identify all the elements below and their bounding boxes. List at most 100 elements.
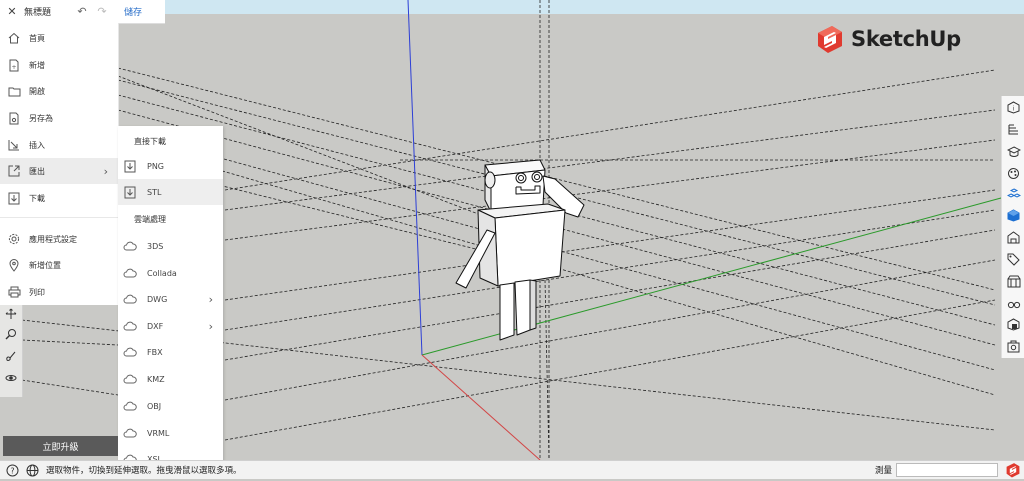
brand-name: SketchUp <box>851 27 961 51</box>
home-icon <box>3 30 25 46</box>
save-button[interactable]: 儲存 <box>124 5 142 18</box>
export-submenu: 直接下載 PNG STL 雲端處理 3DS Collada DWG › DXF … <box>118 126 223 472</box>
components-icon[interactable] <box>1006 187 1021 202</box>
menu-item-label: 列印 <box>29 287 45 297</box>
menu-item-label: 另存為 <box>29 113 53 123</box>
location-pin-icon <box>3 257 25 273</box>
cloud-processing-header: 雲端處理 <box>134 215 166 224</box>
chevron-right-icon: › <box>208 319 213 333</box>
status-message: 選取物件，切換到延伸選取。拖曳滑鼠以選取多項。 <box>46 466 242 476</box>
export-fbx[interactable]: FBX <box>118 339 223 365</box>
tags-icon[interactable] <box>1006 252 1021 267</box>
export-format-label: VRML <box>147 428 170 438</box>
chevron-right-icon: › <box>208 292 213 306</box>
undo-icon[interactable]: ↶ <box>72 5 92 18</box>
cloud-icon <box>121 265 139 281</box>
export-obj[interactable]: OBJ <box>118 393 223 419</box>
download-icon <box>3 190 25 206</box>
menu-item-app-settings[interactable]: 應用程式設定 <box>0 226 118 252</box>
gear-icon <box>3 231 25 247</box>
export-dwg[interactable]: DWG › <box>118 286 223 312</box>
export-format-label: DXF <box>147 321 164 331</box>
glasses-icon[interactable] <box>1006 296 1021 311</box>
export-icon <box>3 163 25 179</box>
menu-divider <box>0 217 118 218</box>
display-icon[interactable] <box>1006 339 1021 354</box>
cloud-icon <box>121 291 139 307</box>
download-icon <box>121 158 139 174</box>
measurements-input[interactable] <box>896 463 998 477</box>
menu-item-home[interactable]: 首頁 <box>0 25 118 51</box>
menu-item-open[interactable]: 開啟 <box>0 78 118 104</box>
export-format-label: OBJ <box>147 401 162 411</box>
cloud-icon <box>121 371 139 387</box>
redo-icon[interactable]: ↷ <box>92 5 112 18</box>
new-file-icon: + <box>3 57 25 73</box>
printer-icon <box>3 284 25 300</box>
export-format-label: 3DS <box>147 241 164 251</box>
export-stl[interactable]: STL <box>118 179 223 205</box>
menu-item-new[interactable]: + 新增 <box>0 52 118 78</box>
direct-download-header: 直接下載 <box>134 137 166 146</box>
orbit-icon[interactable] <box>4 371 18 385</box>
menu-item-download[interactable]: 下載 <box>0 185 118 211</box>
menu-item-print[interactable]: 列印 <box>0 279 118 305</box>
export-format-label: DWG <box>147 294 168 304</box>
menu-item-add-location[interactable]: 新增位置 <box>0 252 118 278</box>
export-dxf[interactable]: DXF › <box>118 313 223 339</box>
instructor-icon[interactable] <box>1006 144 1021 159</box>
export-png[interactable]: PNG <box>118 153 223 179</box>
menu-item-label: 匯出 <box>29 166 45 176</box>
cloud-icon <box>121 344 139 360</box>
export-format-label: Collada <box>147 268 177 278</box>
cloud-icon <box>121 318 139 334</box>
sketchup-small-logo-icon <box>1005 462 1021 481</box>
cloud-icon <box>121 238 139 254</box>
menu-item-export[interactable]: 匯出 › <box>0 158 118 184</box>
cloud-icon <box>121 425 139 441</box>
status-bar: ? 選取物件，切換到延伸選取。拖曳滑鼠以選取多項。 測量 <box>0 460 1024 479</box>
close-icon[interactable]: ✕ <box>0 5 24 18</box>
menu-item-label: 新增位置 <box>29 260 61 270</box>
menu-item-label: 應用程式設定 <box>29 234 77 244</box>
export-kmz[interactable]: KMZ <box>118 366 223 392</box>
svg-text:?: ? <box>10 466 14 475</box>
export-format-label: STL <box>147 187 162 197</box>
solid-inspector-icon[interactable] <box>1006 317 1021 332</box>
search-icon[interactable] <box>4 327 18 341</box>
export-vrml[interactable]: VRML <box>118 420 223 446</box>
globe-icon[interactable] <box>24 462 40 478</box>
download-icon <box>121 184 139 200</box>
sketchup-logo-icon <box>818 26 842 53</box>
document-title: 無標題 <box>24 8 52 18</box>
entity-info-icon[interactable]: i <box>1006 100 1021 115</box>
menu-item-label: 開啟 <box>29 86 45 96</box>
materials-icon[interactable] <box>1006 166 1021 181</box>
insert-icon <box>3 137 25 153</box>
chevron-right-icon: › <box>103 164 108 178</box>
svg-text:+: + <box>11 64 16 71</box>
menu-item-label: 插入 <box>29 140 45 150</box>
upgrade-now-button[interactable]: 立即升級 <box>3 436 118 456</box>
file-menu: 首頁 + 新增 開啟 另存為 插入 匯出 › 下載 應用程式設定 新增位置 列印 <box>0 23 119 305</box>
styles-icon[interactable] <box>1006 208 1021 223</box>
svg-text:i: i <box>1013 106 1015 113</box>
move-icon[interactable] <box>4 307 18 321</box>
scenes-icon[interactable] <box>1006 230 1021 245</box>
measurements-label: 測量 <box>875 466 893 476</box>
save-as-icon <box>3 110 25 126</box>
export-collada[interactable]: Collada <box>118 260 223 286</box>
outliner-icon[interactable] <box>1006 122 1021 137</box>
sketchup-logo: SketchUp <box>815 24 961 54</box>
menu-item-insert[interactable]: 插入 <box>0 132 118 158</box>
cloud-icon <box>121 398 139 414</box>
menu-item-label: 首頁 <box>29 33 45 43</box>
menu-item-save-as[interactable]: 另存為 <box>0 105 118 131</box>
shadows-icon[interactable] <box>1006 274 1021 289</box>
left-toolbar <box>0 305 23 397</box>
right-toolbar: i <box>1001 96 1024 358</box>
export-format-label: KMZ <box>147 374 165 384</box>
help-icon[interactable]: ? <box>4 462 20 478</box>
export-3ds[interactable]: 3DS <box>118 233 223 259</box>
paint-icon[interactable] <box>4 349 18 363</box>
